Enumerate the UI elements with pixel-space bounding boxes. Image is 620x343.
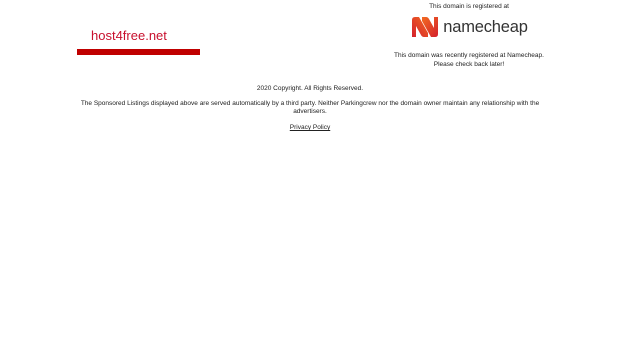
privacy-policy-link[interactable]: Privacy Policy <box>290 124 330 131</box>
sponsored-disclaimer: The Sponsored Listings displayed above a… <box>80 100 540 115</box>
domain-name: host4free.net <box>91 28 167 43</box>
privacy-container: Privacy Policy <box>60 124 560 132</box>
namecheap-wordmark: namecheap <box>443 18 528 36</box>
registered-at-label: This domain is registered at <box>429 3 509 10</box>
registrar-note: This domain was recently registered at N… <box>385 52 553 69</box>
namecheap-n-logo-icon <box>412 17 439 37</box>
registrar-note-line2: Please check back later! <box>433 60 505 68</box>
domain-header: host4free.net <box>77 28 200 55</box>
registrar-panel: This domain is registered at namecheap T… <box>385 3 553 69</box>
copyright-text: 2020 Copyright. All Rights Reserved. <box>256 85 364 92</box>
domain-underline-bar <box>77 49 200 55</box>
parked-domain-page: host4free.net This domain is registered … <box>0 0 620 343</box>
namecheap-logo: namecheap <box>410 15 528 39</box>
registrar-note-line1: This domain was recently registered at N… <box>394 52 544 59</box>
